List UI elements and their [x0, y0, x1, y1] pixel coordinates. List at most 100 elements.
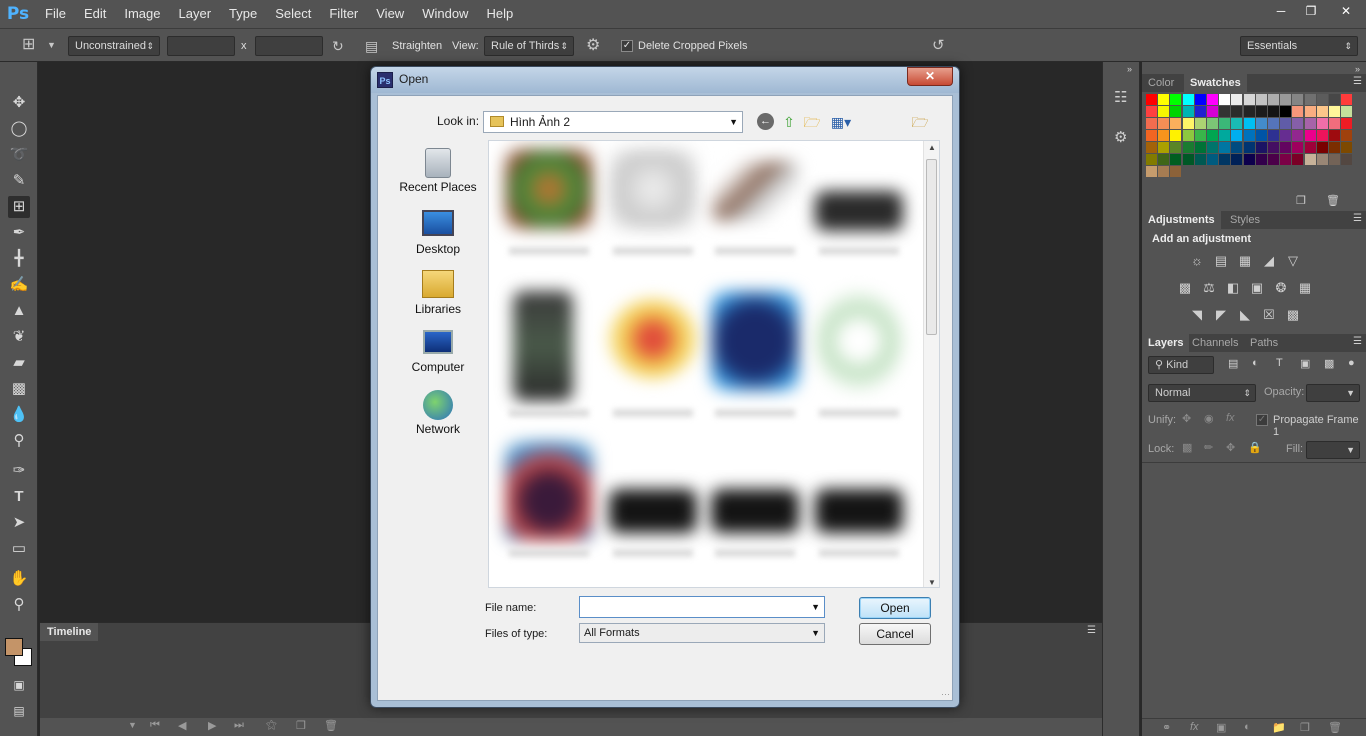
- place-recent-places[interactable]: Recent Places: [390, 148, 486, 194]
- blend-mode-select[interactable]: Normal ⇕: [1148, 384, 1256, 402]
- menu-edit[interactable]: Edit: [75, 0, 115, 28]
- color-swatch[interactable]: [1316, 130, 1328, 141]
- color-swatch[interactable]: [1255, 142, 1267, 153]
- color-swatch[interactable]: [1329, 118, 1340, 129]
- color-swatch[interactable]: [1255, 106, 1267, 117]
- new-frame-icon[interactable]: ❐: [296, 719, 306, 732]
- color-swatch[interactable]: [1231, 94, 1243, 105]
- brush-tool-icon[interactable]: ✍: [8, 274, 30, 296]
- unify-style-icon[interactable]: fx: [1226, 412, 1235, 424]
- panel-menu-icon[interactable]: ☰: [1353, 213, 1362, 224]
- delete-frame-icon[interactable]: 🗑: [324, 719, 338, 732]
- color-swatch[interactable]: [1316, 118, 1328, 129]
- type-filter-icon[interactable]: T: [1276, 357, 1283, 369]
- tab-adjustments[interactable]: Adjustments: [1142, 211, 1221, 229]
- color-swatch[interactable]: [1268, 154, 1279, 165]
- color-swatch[interactable]: [1280, 130, 1292, 141]
- straighten-icon[interactable]: ▤: [365, 36, 378, 56]
- crop-width-input[interactable]: [167, 36, 235, 56]
- color-swatch[interactable]: [1207, 94, 1218, 105]
- vibrance-icon[interactable]: ▽: [1284, 252, 1302, 270]
- layer-kind-filter[interactable]: ⚲ Kind: [1148, 356, 1214, 374]
- healing-brush-tool-icon[interactable]: ╋: [8, 248, 30, 270]
- color-swatch[interactable]: [1182, 154, 1194, 165]
- color-swatch[interactable]: [1268, 106, 1279, 117]
- gradient-map-icon[interactable]: ▩: [1284, 306, 1302, 324]
- reset-icon[interactable]: ↺: [932, 36, 945, 56]
- color-swatch[interactable]: [1292, 142, 1304, 153]
- color-swatch[interactable]: [1292, 154, 1304, 165]
- menu-select[interactable]: Select: [266, 0, 320, 28]
- play-icon[interactable]: ▶: [208, 719, 216, 732]
- color-swatch[interactable]: [1329, 142, 1340, 153]
- color-swatch[interactable]: [1304, 142, 1316, 153]
- color-swatch[interactable]: [1316, 94, 1328, 105]
- color-swatch[interactable]: [1219, 94, 1231, 105]
- crop-tool-icon[interactable]: ⊞: [22, 35, 35, 55]
- color-swatch[interactable]: [1243, 94, 1255, 105]
- color-swatch[interactable]: [1158, 130, 1170, 141]
- move-tool-icon[interactable]: ✥: [8, 92, 30, 114]
- file-list[interactable]: ▲ ▼: [488, 140, 940, 588]
- menu-window[interactable]: Window: [413, 0, 477, 28]
- place-computer[interactable]: Computer: [390, 330, 486, 374]
- color-swatch[interactable]: [1329, 94, 1340, 105]
- history-panel-icon[interactable]: ☷: [1114, 88, 1127, 106]
- dialog-titlebar[interactable]: Ps Open ✕: [371, 67, 959, 93]
- color-swatch[interactable]: [1182, 142, 1194, 153]
- color-swatch[interactable]: [1280, 106, 1292, 117]
- color-swatch[interactable]: [1146, 166, 1157, 177]
- color-swatch[interactable]: [1182, 106, 1194, 117]
- menu-filter[interactable]: Filter: [320, 0, 367, 28]
- hand-tool-icon[interactable]: ✋: [8, 568, 30, 590]
- color-swatch[interactable]: [1146, 130, 1157, 141]
- close-icon[interactable]: ✕: [1326, 0, 1366, 22]
- color-swatch[interactable]: [1219, 106, 1231, 117]
- color-swatch[interactable]: [1255, 130, 1267, 141]
- color-swatch[interactable]: [1304, 118, 1316, 129]
- layer-mask-icon[interactable]: ▣: [1216, 721, 1226, 734]
- file-thumbnail[interactable]: [815, 191, 903, 231]
- filter-toggle-icon[interactable]: ●: [1348, 357, 1355, 369]
- place-libraries[interactable]: Libraries: [390, 270, 486, 316]
- menu-image[interactable]: Image: [115, 0, 169, 28]
- properties-panel-icon[interactable]: ⚙: [1114, 128, 1127, 146]
- color-swatch[interactable]: [1341, 94, 1353, 105]
- brightness-icon[interactable]: ☼: [1188, 252, 1206, 270]
- tab-styles[interactable]: Styles: [1224, 211, 1266, 229]
- color-swatch[interactable]: [1170, 166, 1182, 177]
- color-swatch[interactable]: [1231, 106, 1243, 117]
- file-thumbnail[interactable]: [815, 291, 903, 391]
- file-thumbnail[interactable]: [609, 149, 697, 229]
- file-thumbnail[interactable]: [609, 299, 697, 379]
- tween-icon[interactable]: ⚝: [266, 719, 277, 732]
- fill-input[interactable]: ▼: [1306, 441, 1360, 459]
- color-swatch[interactable]: [1182, 130, 1194, 141]
- color-swatch[interactable]: [1243, 154, 1255, 165]
- color-swatch[interactable]: [1158, 142, 1170, 153]
- color-swatch[interactable]: [1219, 118, 1231, 129]
- color-swatch[interactable]: [1146, 106, 1157, 117]
- zoom-tool-icon[interactable]: ⚲: [8, 594, 30, 616]
- opacity-input[interactable]: ▼: [1306, 384, 1360, 402]
- color-swatch[interactable]: [1268, 130, 1279, 141]
- color-swatch[interactable]: [1280, 94, 1292, 105]
- file-thumbnail[interactable]: [815, 489, 903, 533]
- quick-select-tool-icon[interactable]: ✎: [8, 170, 30, 192]
- pen-tool-icon[interactable]: ✑: [8, 460, 30, 482]
- color-swatch[interactable]: [1292, 94, 1304, 105]
- color-swatch[interactable]: [1170, 142, 1182, 153]
- clone-stamp-tool-icon[interactable]: ▲: [8, 300, 30, 322]
- prev-frame-icon[interactable]: ◀: [178, 719, 186, 732]
- chevron-down-icon[interactable]: ▼: [811, 597, 820, 617]
- menu-help[interactable]: Help: [477, 0, 522, 28]
- eyedropper-tool-icon[interactable]: ✒: [8, 222, 30, 244]
- color-swatch[interactable]: [1243, 142, 1255, 153]
- color-swatch[interactable]: [1158, 94, 1170, 105]
- quick-mask-icon[interactable]: ▣: [8, 674, 30, 696]
- color-swatch[interactable]: [1219, 130, 1231, 141]
- color-swatch[interactable]: [1170, 106, 1182, 117]
- color-swatch[interactable]: [1170, 94, 1182, 105]
- panel-menu-icon[interactable]: ☰: [1353, 76, 1362, 87]
- path-selection-tool-icon[interactable]: ➤: [8, 512, 30, 534]
